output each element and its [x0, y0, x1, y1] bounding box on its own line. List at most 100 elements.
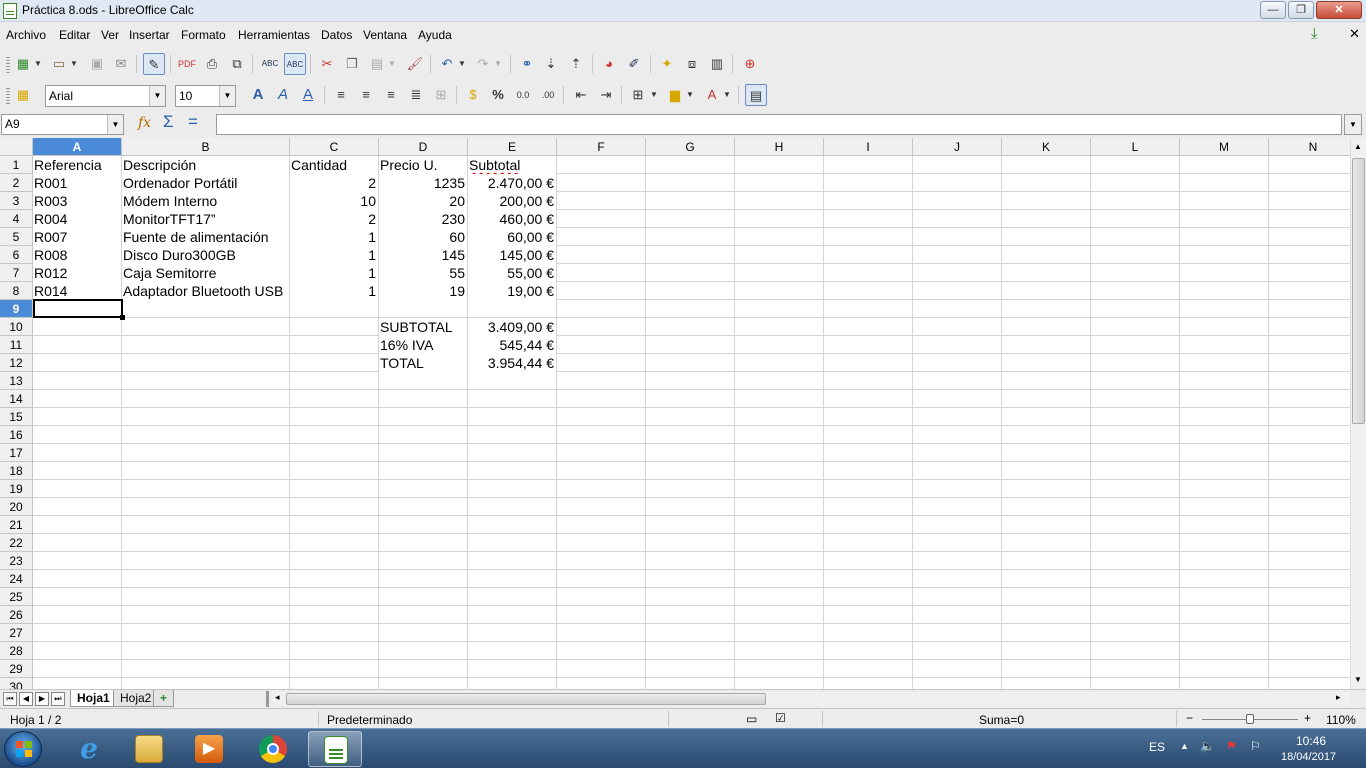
cell-a8[interactable]: R014 [33, 282, 121, 300]
cell-a4[interactable]: R004 [33, 210, 121, 228]
chevron-down-icon[interactable]: ▼ [149, 86, 165, 106]
previous-sheet-icon[interactable]: ◀ [19, 692, 33, 706]
row-header-30[interactable]: 30 [0, 678, 33, 689]
column-header-n[interactable]: N [1269, 138, 1350, 156]
export-pdf-icon[interactable]: PDF [176, 53, 198, 75]
menu-herramientas[interactable]: Herramientas [238, 28, 310, 42]
row-header-17[interactable]: 17 [0, 444, 33, 462]
styles-icon[interactable]: ▦ [12, 84, 34, 106]
scroll-right-icon[interactable]: ▸ [1336, 692, 1341, 703]
row-header-22[interactable]: 22 [0, 534, 33, 552]
cell-b8[interactable]: Adaptador Bluetooth USB [122, 282, 289, 300]
cell-c8[interactable]: 1 [290, 282, 378, 300]
vertical-scrollbar[interactable]: ▲ ▼ [1350, 138, 1366, 689]
row-header-11[interactable]: 11 [0, 336, 33, 354]
row-header-12[interactable]: 12 [0, 354, 33, 372]
menu-ver[interactable]: Ver [101, 28, 119, 42]
row-header-1[interactable]: 1 [0, 156, 33, 174]
first-sheet-icon[interactable]: ⏮ [3, 692, 17, 706]
new-document-icon[interactable]: ▦ [12, 53, 34, 75]
cell-e8[interactable]: 19,00 € [468, 282, 556, 300]
horizontal-scrollbar[interactable]: ◂ ▸ [272, 692, 1350, 706]
taskbar-internet-explorer[interactable]: e [62, 731, 116, 767]
language-indicator[interactable]: ES [1149, 740, 1165, 754]
paste-icon[interactable]: ▤ [366, 53, 388, 75]
chevron-down-icon[interactable]: ▼ [107, 115, 123, 134]
row-header-5[interactable]: 5 [0, 228, 33, 246]
menu-formato[interactable]: Formato [181, 28, 226, 42]
scroll-down-icon[interactable]: ▼ [1354, 675, 1362, 684]
column-header-b[interactable]: B [122, 138, 290, 156]
add-sheet-icon[interactable]: + [153, 690, 175, 707]
page-style[interactable]: Predeterminado [327, 713, 412, 727]
row-header-13[interactable]: 13 [0, 372, 33, 390]
sort-descending-icon[interactable]: ⇡ [565, 53, 587, 75]
menu-archivo[interactable]: Archivo [6, 28, 46, 42]
taskbar-chrome[interactable] [246, 731, 300, 767]
next-sheet-icon[interactable]: ▶ [35, 692, 49, 706]
row-header-7[interactable]: 7 [0, 264, 33, 282]
autospellcheck-icon[interactable]: ABC [284, 53, 306, 75]
column-header-m[interactable]: M [1180, 138, 1269, 156]
expand-formula-icon[interactable]: ▼ [1344, 114, 1362, 135]
minimize-button[interactable]: — [1260, 1, 1286, 19]
cell-b7[interactable]: Caja Semitorre [122, 264, 289, 282]
cell-e4[interactable]: 460,00 € [468, 210, 556, 228]
copy-icon[interactable]: ❐ [341, 53, 363, 75]
menu-editar[interactable]: Editar [59, 28, 90, 42]
row-header-3[interactable]: 3 [0, 192, 33, 210]
row-header-20[interactable]: 20 [0, 498, 33, 516]
cell-d10[interactable]: SUBTOTAL [379, 318, 467, 336]
spellcheck-icon[interactable]: ABC [259, 53, 281, 75]
cell-d1[interactable]: Precio U. [379, 156, 467, 174]
close-button[interactable]: ✕ [1316, 1, 1362, 19]
sheet-tab-hoja1[interactable]: Hoja1 [70, 690, 117, 707]
taskbar-media-player[interactable]: ▶ [182, 731, 236, 767]
cell-e7[interactable]: 55,00 € [468, 264, 556, 282]
scroll-up-icon[interactable]: ▲ [1354, 142, 1362, 151]
cell-e1[interactable]: Subtotal [468, 156, 556, 174]
cell-d6[interactable]: 145 [379, 246, 467, 264]
name-box[interactable]: A9 ▼ [1, 114, 124, 135]
cell-a3[interactable]: R003 [33, 192, 121, 210]
cell-a6[interactable]: R008 [33, 246, 121, 264]
save-icon[interactable]: ▣ [86, 53, 108, 75]
open-folder-icon[interactable]: ▭ [48, 53, 70, 75]
edit-mode-icon[interactable]: ✎ [143, 53, 165, 75]
cell-c7[interactable]: 1 [290, 264, 378, 282]
row-header-14[interactable]: 14 [0, 390, 33, 408]
column-header-i[interactable]: I [824, 138, 913, 156]
help-icon[interactable]: ⊕ [739, 53, 761, 75]
select-all-corner[interactable] [0, 138, 33, 156]
tab-splitter[interactable] [266, 691, 269, 707]
formula-input[interactable] [216, 114, 1342, 135]
clone-formatting-icon[interactable]: 🖌 [404, 53, 426, 75]
cell-c4[interactable]: 2 [290, 210, 378, 228]
clock-time[interactable]: 10:46 [1296, 734, 1326, 748]
row-header-18[interactable]: 18 [0, 462, 33, 480]
insert-chart-icon[interactable]: ◕ [598, 53, 620, 75]
cell-d12[interactable]: TOTAL [379, 354, 467, 372]
open-dropdown-icon[interactable]: ▼ [68, 53, 80, 75]
column-header-a[interactable]: A [33, 138, 122, 156]
cell-a2[interactable]: R001 [33, 174, 121, 192]
cell-e3[interactable]: 200,00 € [468, 192, 556, 210]
new-dropdown-icon[interactable]: ▼ [32, 53, 44, 75]
cell-b4[interactable]: MonitorTFT17” [122, 210, 289, 228]
scroll-left-icon[interactable]: ◂ [275, 692, 280, 703]
row-header-16[interactable]: 16 [0, 426, 33, 444]
close-document-icon[interactable]: ✕ [1349, 26, 1360, 42]
row-header-8[interactable]: 8 [0, 282, 33, 300]
column-header-e[interactable]: E [468, 138, 557, 156]
menu-ayuda[interactable]: Ayuda [418, 28, 452, 42]
font-name-combo[interactable]: Arial ▼ [45, 85, 166, 107]
font-size-combo[interactable]: 10 ▼ [175, 85, 236, 107]
cell-e2[interactable]: 2.470,00 € [468, 174, 556, 192]
row-header-19[interactable]: 19 [0, 480, 33, 498]
menu-insertar[interactable]: Insertar [129, 28, 170, 42]
cell-c5[interactable]: 1 [290, 228, 378, 246]
cell-a7[interactable]: R012 [33, 264, 121, 282]
menu-ventana[interactable]: Ventana [363, 28, 407, 42]
row-header-4[interactable]: 4 [0, 210, 33, 228]
print-preview-icon[interactable]: ⧉ [226, 53, 248, 75]
